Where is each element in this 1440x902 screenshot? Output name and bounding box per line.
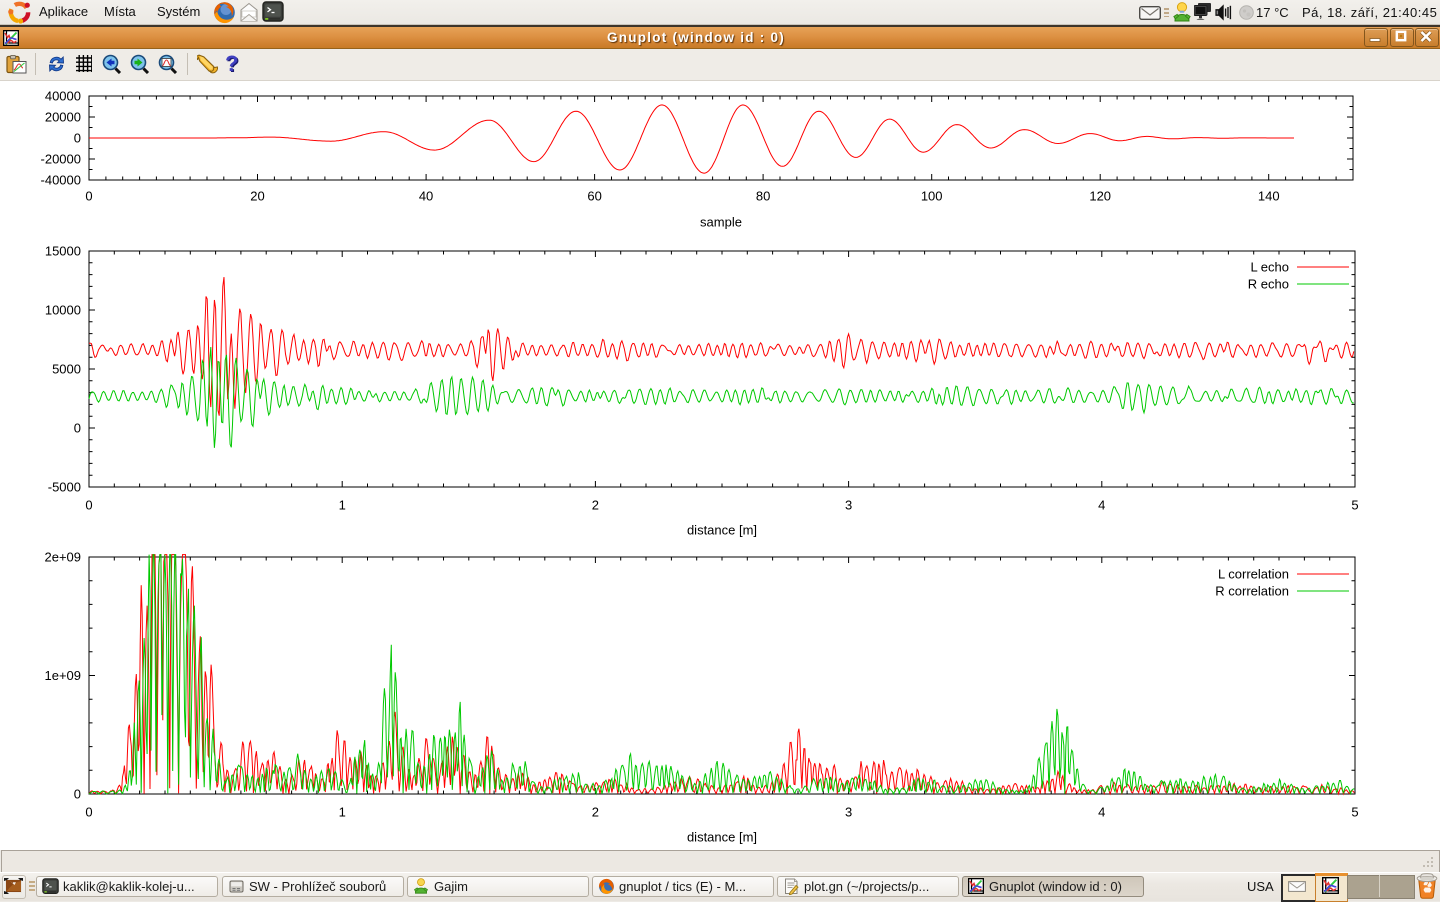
svg-text:1: 1 xyxy=(339,498,346,513)
svg-text:5000: 5000 xyxy=(52,362,81,377)
svg-text:4: 4 xyxy=(1098,805,1105,820)
svg-text:L echo: L echo xyxy=(1250,260,1289,275)
svg-text:100: 100 xyxy=(921,189,943,204)
svg-text:40000: 40000 xyxy=(45,89,81,104)
svg-text:20000: 20000 xyxy=(45,110,81,125)
svg-text:R correlation: R correlation xyxy=(1215,584,1289,599)
svg-text:0: 0 xyxy=(74,787,81,802)
svg-text:sample: sample xyxy=(700,215,742,230)
svg-text:10000: 10000 xyxy=(45,303,81,318)
svg-text:40: 40 xyxy=(419,189,433,204)
svg-text:3: 3 xyxy=(845,498,852,513)
svg-text:1e+09: 1e+09 xyxy=(44,668,81,683)
svg-text:120: 120 xyxy=(1089,189,1111,204)
svg-text:distance [m]: distance [m] xyxy=(687,523,757,538)
svg-text:4: 4 xyxy=(1098,498,1105,513)
svg-text:0: 0 xyxy=(85,189,92,204)
svg-text:-40000: -40000 xyxy=(41,173,81,188)
svg-text:-5000: -5000 xyxy=(48,480,81,495)
svg-text:3: 3 xyxy=(845,805,852,820)
svg-text:0: 0 xyxy=(85,498,92,513)
svg-text:80: 80 xyxy=(756,189,770,204)
svg-text:distance [m]: distance [m] xyxy=(687,830,757,845)
svg-text:20: 20 xyxy=(250,189,264,204)
svg-text:5: 5 xyxy=(1351,805,1358,820)
svg-text:0: 0 xyxy=(85,805,92,820)
svg-text:R echo: R echo xyxy=(1248,277,1289,292)
svg-text:15000: 15000 xyxy=(45,244,81,259)
svg-text:2e+09: 2e+09 xyxy=(44,550,81,565)
svg-text:0: 0 xyxy=(74,131,81,146)
svg-text:2: 2 xyxy=(592,498,599,513)
svg-text:0: 0 xyxy=(74,421,81,436)
svg-text:5: 5 xyxy=(1351,498,1358,513)
svg-text:140: 140 xyxy=(1258,189,1280,204)
svg-text:-20000: -20000 xyxy=(41,152,81,167)
svg-text:1: 1 xyxy=(339,805,346,820)
svg-text:60: 60 xyxy=(587,189,601,204)
svg-text:2: 2 xyxy=(592,805,599,820)
svg-text:L correlation: L correlation xyxy=(1218,567,1289,582)
